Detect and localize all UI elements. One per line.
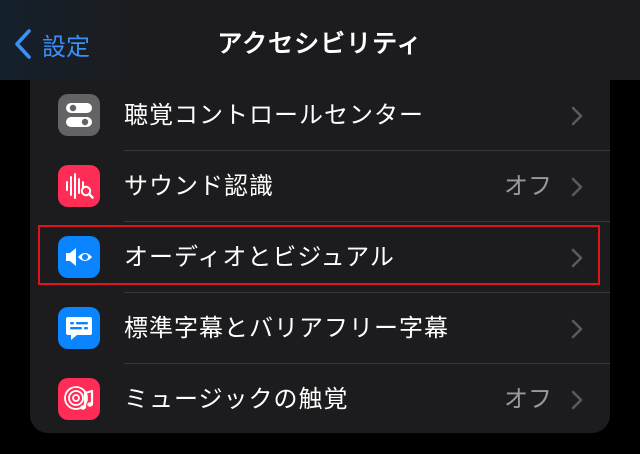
row-hearing-control-center[interactable]: 聴覚コントロールセンター <box>30 80 610 151</box>
sound-recognition-icon <box>58 165 100 207</box>
row-sound-recognition[interactable]: サウンド認識 オフ <box>30 151 610 222</box>
row-value: オフ <box>504 172 552 200</box>
subtitles-icon <box>58 307 100 349</box>
row-music-haptics[interactable]: ミュージックの触覚 オフ <box>30 364 610 433</box>
toggles-icon <box>58 94 100 136</box>
chevron-right-icon <box>571 177 583 197</box>
audio-visual-icon <box>58 236 100 278</box>
chevron-right-icon <box>571 106 583 126</box>
row-value: オフ <box>504 385 552 413</box>
row-audio-visual[interactable]: オーディオとビジュアル <box>30 222 610 293</box>
row-label: ミュージックの触覚 <box>124 385 349 413</box>
row-label: 標準字幕とバリアフリー字幕 <box>124 314 449 342</box>
chevron-right-icon <box>571 390 583 410</box>
settings-screen: 設定 アクセシビリティ 聴覚コントロールセンター サウンド認識 オフ オーディオ… <box>0 0 640 454</box>
row-label: サウンド認識 <box>124 172 274 200</box>
page-title: アクセシビリティ <box>217 29 423 58</box>
navigation-bar: 設定 アクセシビリティ <box>0 0 640 80</box>
row-label: オーディオとビジュアル <box>124 243 395 271</box>
music-haptics-icon <box>58 378 100 420</box>
row-label: 聴覚コントロールセンター <box>124 101 424 129</box>
chevron-right-icon <box>571 319 583 339</box>
settings-list: 聴覚コントロールセンター サウンド認識 オフ オーディオとビジュアル 標準字幕と… <box>30 80 610 433</box>
chevron-right-icon <box>571 248 583 268</box>
row-subtitles-captioning[interactable]: 標準字幕とバリアフリー字幕 <box>30 293 610 364</box>
